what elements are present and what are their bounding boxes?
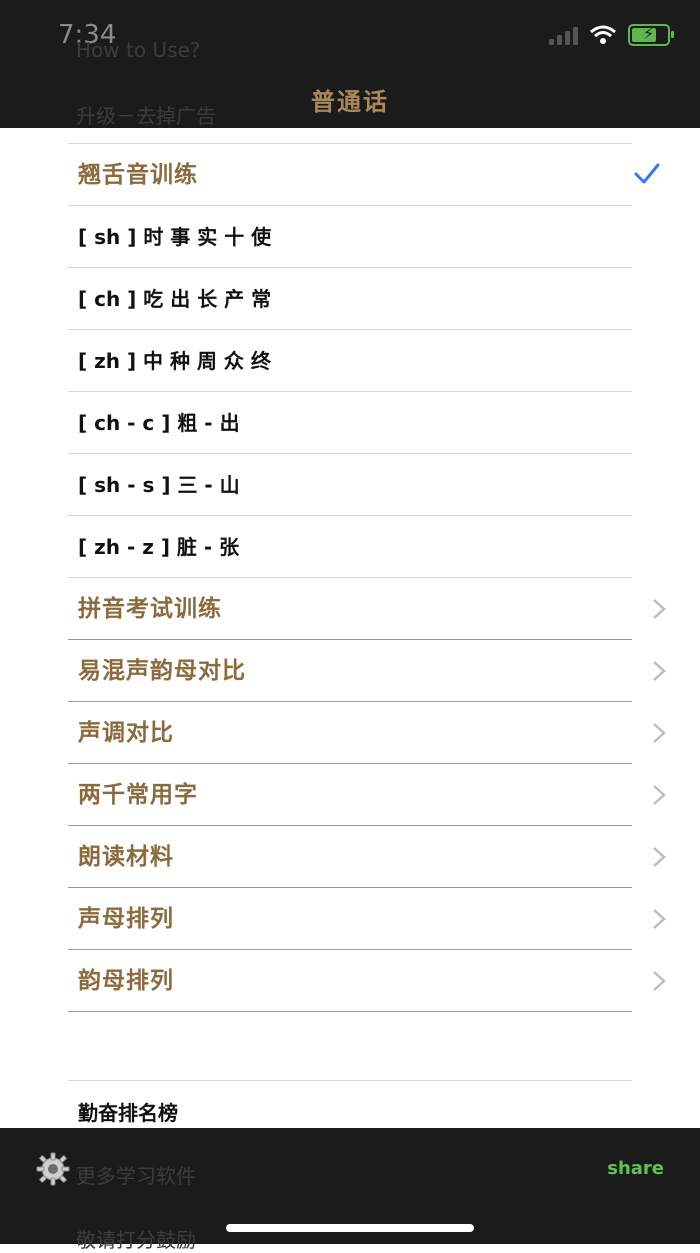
list-spacer [68,128,632,144]
list-item-reading[interactable]: 朗读材料 [68,826,666,888]
chevron-right-icon [653,661,666,681]
chevron-right-icon [653,971,666,991]
list-item-sh[interactable]: [ sh ] 时 事 实 十 使 [68,206,632,268]
list-item-label: [ zh - z ] 脏 - 张 [78,535,240,559]
list-item-label: 声调对比 [78,720,174,746]
list-item-label: 两千常用字 [78,782,198,808]
footer-item-label: 勤奋排名榜 [78,1101,178,1125]
overlay-menu-rate[interactable]: 敬请打分鼓励 [76,1224,196,1253]
chevron-right-icon [653,785,666,805]
wifi-icon [590,25,616,44]
list-item-confusable[interactable]: 易混声韵母对比 [68,640,666,702]
list-item-ch-c[interactable]: [ ch - c ] 粗 - 出 [68,392,632,454]
list-item-label: [ ch - c ] 粗 - 出 [78,411,240,435]
gear-icon[interactable] [36,1152,70,1186]
list-item-sh-s[interactable]: [ sh - s ] 三 - 山 [68,454,632,516]
chevron-right-icon [653,847,666,867]
checkmark-icon [634,163,660,184]
list-item-initials[interactable]: 声母排列 [68,888,666,950]
list-item-zh-z[interactable]: [ zh - z ] 脏 - 张 [68,516,632,578]
cellular-signal-icon [549,25,578,45]
home-indicator[interactable] [226,1224,474,1232]
top-bar: 7:34 How to Use? 升级－去掉广告 ⚡ 普通话 [0,0,700,128]
list-item-label: [ ch ] 吃 出 长 产 常 [78,287,272,311]
list-item-pinyin-exam[interactable]: 拼音考试训练 [68,578,666,640]
footer-item-ranking[interactable]: 勤奋排名榜 [68,1080,632,1125]
list-item-label: 翘舌音训练 [78,162,198,188]
list-item-label: 拼音考试训练 [78,596,222,622]
list-item-2000-chars[interactable]: 两千常用字 [68,764,666,826]
list-item-label: 声母排列 [78,906,174,932]
bottom-toolbar: 更多学习软件 敬请打分鼓励 share [0,1128,700,1252]
list-item-finals[interactable]: 韵母排列 [68,950,666,1012]
list-item-label: 韵母排列 [78,968,174,994]
battery-icon: ⚡ [628,24,674,46]
overlay-menu-more-apps[interactable]: 更多学习软件 [76,1160,196,1189]
list-item-ch[interactable]: [ ch ] 吃 出 长 产 常 [68,268,632,330]
list-item-label: [ zh ] 中 种 周 众 终 [78,349,271,373]
overlay-menu-how-to-use[interactable]: How to Use? [76,38,200,62]
chevron-right-icon [653,599,666,619]
list-item-tone-compare[interactable]: 声调对比 [68,702,666,764]
list-item-zh[interactable]: [ zh ] 中 种 周 众 终 [68,330,632,392]
list-item-label: 易混声韵母对比 [78,658,246,684]
status-icons: ⚡ [549,24,674,46]
list-item-label: 朗读材料 [78,844,174,870]
menu-list: 翘舌音训练 [ sh ] 时 事 实 十 使 [ ch ] 吃 出 长 产 常 … [0,128,700,1012]
chevron-right-icon [653,723,666,743]
page-title: 普通话 [311,88,389,116]
list-item-selected-section[interactable]: 翘舌音训练 [68,144,660,206]
list-item-label: [ sh - s ] 三 - 山 [78,473,240,497]
list-item-label: [ sh ] 时 事 实 十 使 [78,225,272,249]
share-button[interactable]: share [607,1158,664,1179]
chevron-right-icon [653,909,666,929]
